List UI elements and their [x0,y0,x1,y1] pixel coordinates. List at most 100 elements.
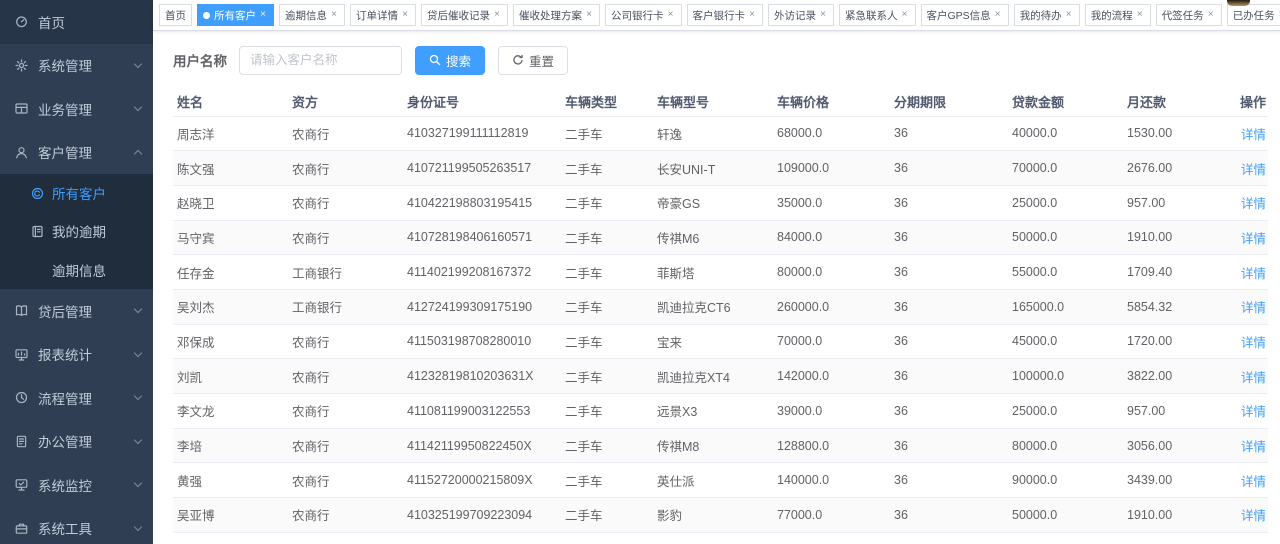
tab-我的待办[interactable]: 我的待办× [1014,4,1080,26]
tab-紧急联系人[interactable]: 紧急联系人× [839,4,916,26]
sidebar-subitem-逾期信息[interactable]: 逾期信息 [0,251,153,289]
column-header-车辆类型: 车辆类型 [561,87,653,116]
tab-close-icon[interactable]: × [400,10,410,20]
sidebar-item-首页[interactable]: 首页 [0,0,153,44]
sidebar-item-报表统计[interactable]: 报表统计 [0,332,153,376]
detail-link[interactable]: 详情 [1241,440,1266,454]
detail-link[interactable]: 详情 [1241,301,1266,315]
tab-首页[interactable]: 首页 [159,4,192,26]
cell-vehicle_type: 二手车 [561,394,653,429]
sidebar-subitem-我的逾期[interactable]: 我的逾期 [0,212,153,250]
sidebar-subitem-所有客户[interactable]: 所有客户 [0,174,153,212]
detail-link[interactable]: 详情 [1241,232,1266,246]
sidebar-item-系统管理[interactable]: 系统管理 [0,44,153,88]
cell-name: 刘凯 [173,359,288,394]
tab-close-icon[interactable]: × [258,10,268,20]
detail-link[interactable]: 详情 [1241,128,1266,142]
table-row-partial: 周志洋农商行410327199111112819二手车轩逸68000.03640… [173,532,1268,544]
tab-label: 代签任务 [1162,8,1204,23]
cell-monthly_payment: 1530.00 [1123,532,1228,544]
detail-link[interactable]: 详情 [1241,336,1266,350]
tab-贷后催收记录[interactable]: 贷后催收记录× [421,4,508,26]
tab-客户银行卡[interactable]: 客户银行卡× [687,4,764,26]
reset-button[interactable]: 重置 [498,46,568,75]
sidebar-item-label: 贷后管理 [38,301,135,321]
cell-funder: 农商行 [288,359,403,394]
cell-vehicle_price: 128800.0 [773,428,890,463]
circle-c-icon [30,186,44,201]
tab-label: 首页 [165,8,186,23]
tab-close-icon[interactable]: × [818,10,828,20]
tab-外访记录[interactable]: 外访记录× [768,4,834,26]
tab-close-icon[interactable]: × [900,10,910,20]
detail-link[interactable]: 详情 [1241,475,1266,489]
cell-monthly_payment: 1530.00 [1123,116,1228,151]
tab-close-icon[interactable]: × [584,10,594,20]
cell-loan_amount: 55000.0 [1008,255,1123,290]
cell-name: 任存金 [173,255,288,290]
toolbox-icon [14,521,29,536]
sidebar-item-办公管理[interactable]: 办公管理 [0,419,153,463]
detail-link[interactable]: 详情 [1241,197,1266,211]
cell-funder: 农商行 [288,532,403,544]
tab-close-icon[interactable]: × [1064,10,1074,20]
tab-逾期信息[interactable]: 逾期信息× [279,4,345,26]
tab-close-icon[interactable]: × [492,10,502,20]
tab-close-icon[interactable]: × [666,10,676,20]
tab-label: 客户GPS信息 [927,8,991,23]
tab-代签任务[interactable]: 代签任务× [1156,4,1222,26]
search-input[interactable] [239,46,402,75]
cell-id_number: 410728198406160571 [403,220,561,255]
cell-id_number: 41142119950822450X [403,428,561,463]
sidebar-item-业务管理[interactable]: 业务管理 [0,87,153,131]
table-row: 李培农商行41142119950822450X二手车传祺M8128800.036… [173,428,1268,463]
cell-name: 赵晓卫 [173,185,288,220]
sidebar-item-label: 系统工具 [38,518,135,538]
search-button[interactable]: 搜索 [415,46,485,75]
tab-我的流程[interactable]: 我的流程× [1085,4,1151,26]
tab-close-icon[interactable]: × [1135,10,1145,20]
column-header-资方: 资方 [288,87,403,116]
tab-公司银行卡[interactable]: 公司银行卡× [605,4,682,26]
cell-id_number: 411081199003122553 [403,394,561,429]
cell-name: 周志洋 [173,532,288,544]
sidebar-item-系统监控[interactable]: 系统监控 [0,463,153,507]
tab-close-icon[interactable]: × [1206,10,1216,20]
cell-term: 36 [890,289,1008,324]
cell-vehicle_model: 英仕派 [653,463,773,498]
cell-action: 详情 [1228,220,1268,255]
cell-monthly_payment: 3822.00 [1123,359,1228,394]
cell-id_number: 411503198708280010 [403,324,561,359]
sidebar-item-系统工具[interactable]: 系统工具 [0,506,153,544]
sidebar-item-客户管理[interactable]: 客户管理 [0,131,153,175]
tab-label: 订单详情 [356,8,398,23]
cell-vehicle_model: 影豹 [653,498,773,533]
cell-vehicle_price: 35000.0 [773,185,890,220]
tab-所有客户[interactable]: 所有客户× [197,4,274,26]
sidebar-item-流程管理[interactable]: 流程管理 [0,376,153,420]
table-row: 吴亚博农商行410325199709223094二手车影豹77000.03650… [173,498,1268,533]
cell-name: 马守宾 [173,220,288,255]
tab-close-icon[interactable]: × [329,10,339,20]
sidebar-subitem-label: 我的逾期 [52,221,141,241]
detail-link[interactable]: 详情 [1241,371,1266,385]
column-header-贷款金额: 贷款金额 [1008,87,1123,116]
cell-id_number: 411402199208167372 [403,255,561,290]
tab-客户GPS信息[interactable]: 客户GPS信息× [921,4,1009,26]
tab-催收处理方案[interactable]: 催收处理方案× [513,4,600,26]
cell-action: 详情 [1228,394,1268,429]
detail-link[interactable]: 详情 [1241,267,1266,281]
cell-action: 详情 [1228,498,1268,533]
tab-close-icon[interactable]: × [747,10,757,20]
detail-link[interactable]: 详情 [1241,163,1266,177]
tab-已办任务[interactable]: 已办任务× [1227,4,1280,26]
tab-close-icon[interactable]: × [993,10,1003,20]
tab-订单详情[interactable]: 订单详情× [350,4,416,26]
tab-label: 我的待办 [1020,8,1062,23]
sidebar-item-贷后管理[interactable]: 贷后管理 [0,289,153,333]
detail-link[interactable]: 详情 [1241,509,1266,523]
cell-vehicle_model: 轩逸 [653,116,773,151]
cell-action: 详情 [1228,185,1268,220]
detail-link[interactable]: 详情 [1241,405,1266,419]
content-area: 用户名称 搜索 重置 姓名资方身份证号车辆类型车辆型号车辆价格分期期限贷款金额月… [153,31,1280,544]
